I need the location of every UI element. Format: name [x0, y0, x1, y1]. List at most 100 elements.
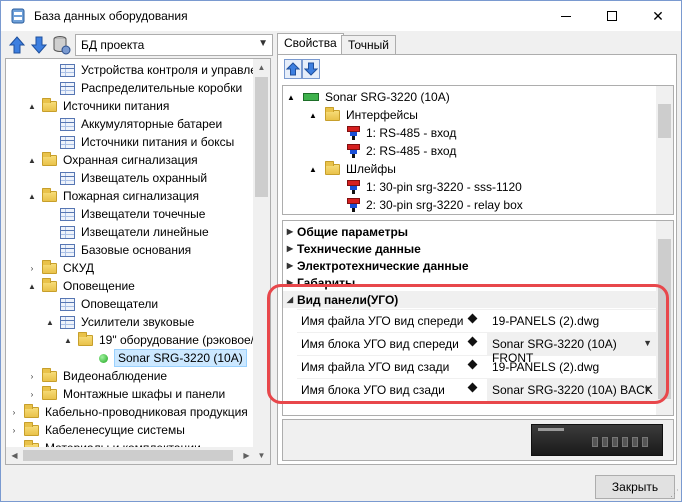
rack-slot [602, 437, 608, 447]
tree-item-label: Усилители звуковые [81, 315, 195, 329]
scroll-up-icon[interactable]: ▲ [253, 59, 270, 76]
chevron-down-icon: ▼ [258, 38, 268, 49]
tree-item[interactable]: Устройства контроля и управлен [44, 61, 264, 79]
scroll-thumb[interactable] [255, 77, 268, 197]
expander-icon[interactable]: ▲ [285, 93, 297, 102]
tree-item[interactable]: ▲ Источники питания [26, 97, 169, 115]
move-up-button[interactable] [284, 59, 302, 79]
scroll-left-icon[interactable]: ◀ [6, 447, 23, 464]
tree-item[interactable]: Извещатели точечные [44, 205, 205, 223]
grid-icon [60, 135, 75, 149]
expander-icon[interactable]: › [8, 426, 20, 435]
resize-grip-icon[interactable]: ⋰ [670, 488, 679, 499]
folder-icon [42, 385, 57, 400]
property-category[interactable]: ▶ Электротехнические данные [283, 257, 658, 274]
rack-slot [612, 437, 618, 447]
rack-slot [592, 437, 598, 447]
panel-view-highlight [267, 284, 669, 404]
tree-item[interactable]: Оповещатели [44, 295, 158, 313]
tree-item[interactable]: ▲ Охранная сигнализация [26, 151, 198, 169]
expander-icon[interactable]: ▲ [26, 156, 38, 165]
expander-icon[interactable]: ▲ [307, 165, 319, 174]
grid-icon [60, 207, 75, 221]
tree-item[interactable]: Аккумуляторные батареи [44, 115, 222, 133]
tree-item[interactable]: Sonar SRG-3220 (10A) [80, 349, 247, 367]
equipment-tree-item[interactable]: ▲ Шлейфы [307, 160, 396, 178]
equipment-tree-item[interactable]: 2: RS-485 - вход [329, 142, 456, 160]
expander-icon[interactable]: › [26, 372, 38, 381]
tree-item[interactable]: ▲ Пожарная сигнализация [26, 187, 199, 205]
close-icon: ✕ [652, 7, 664, 24]
expander-icon[interactable]: ▲ [44, 318, 56, 327]
category-expander-icon[interactable]: ▶ [283, 227, 297, 236]
maximize-button[interactable] [589, 1, 635, 31]
property-category[interactable]: ▶ Общие параметры [283, 223, 658, 240]
tab-properties[interactable]: Свойства [277, 33, 344, 55]
expander-icon[interactable]: ▲ [26, 192, 38, 201]
expander-icon[interactable]: ▲ [26, 102, 38, 111]
equipment-tree-label: Шлейфы [346, 162, 396, 176]
tree-item[interactable]: Источники питания и боксы [44, 133, 234, 151]
database-settings-icon[interactable] [51, 35, 71, 55]
port-icon [347, 180, 360, 194]
equipment-tree-item[interactable]: 2: 30-pin srg-3220 - relay box [329, 196, 523, 214]
equipment-tree-item[interactable]: 1: RS-485 - вход [329, 124, 456, 142]
equipment-tree-item[interactable]: 1: 30-pin srg-3220 - sss-1120 [329, 178, 522, 196]
tree-item-label: Извещатель охранный [81, 171, 208, 185]
tree-horizontal-scrollbar[interactable]: ◀ ▶ [6, 447, 255, 464]
tree-item[interactable]: ▲ Усилители звуковые [44, 313, 194, 331]
equipment-tree-label: 2: RS-485 - вход [366, 144, 457, 158]
expander-icon[interactable]: ▲ [26, 282, 38, 291]
expander-icon[interactable]: ▲ [307, 111, 319, 120]
tree-item-label: Кабельно-проводниковая продукция [45, 405, 248, 419]
folder-icon [325, 160, 340, 175]
database-select-value: БД проекта [81, 38, 145, 52]
category-expander-icon[interactable]: ▶ [283, 261, 297, 270]
tree-item-label: Оповещение [63, 279, 135, 293]
tree-item-label: Монтажные шкафы и панели [63, 387, 226, 401]
expander-icon[interactable]: › [8, 408, 20, 417]
expander-icon[interactable]: › [26, 264, 38, 273]
equipment-category-tree[interactable]: ›Материалы и комплектации›Кабеленесущие … [5, 58, 271, 465]
tree-item-label: Извещатели линейные [81, 225, 209, 239]
scroll-down-icon[interactable]: ▼ [253, 447, 270, 464]
scroll-thumb[interactable] [23, 450, 233, 461]
green-dot-icon [99, 353, 108, 363]
equipment-tree-scrollbar[interactable] [656, 86, 673, 214]
property-category[interactable]: ▶ Технические данные [283, 240, 658, 257]
database-select[interactable]: БД проекта ▼ [75, 34, 273, 56]
grid-icon [60, 117, 75, 131]
equipment-tree-label: Интерфейсы [346, 108, 418, 122]
bottom-bar: Закрыть ⋰ [1, 467, 681, 501]
tree-item[interactable]: › Кабеленесущие системы [8, 421, 185, 439]
tree-item[interactable]: › Видеонаблюдение [26, 367, 167, 385]
tree-item-label: Извещатели точечные [81, 207, 206, 221]
category-expander-icon[interactable]: ▶ [283, 244, 297, 253]
tree-item[interactable]: › Монтажные шкафы и панели [26, 385, 225, 403]
move-down-button[interactable] [302, 59, 320, 79]
scroll-right-icon[interactable]: ▶ [238, 447, 255, 464]
scroll-thumb[interactable] [658, 104, 671, 138]
tree-item[interactable]: ▲ Оповещение [26, 277, 135, 295]
expander-icon[interactable]: › [26, 390, 38, 399]
close-window-button[interactable]: ✕ [635, 1, 681, 31]
tree-item[interactable]: Извещатели линейные [44, 223, 209, 241]
close-button[interactable]: Закрыть [595, 475, 675, 499]
expander-icon[interactable]: ▲ [62, 336, 74, 345]
tree-item[interactable]: Извещатель охранный [44, 169, 207, 187]
rack-slot [642, 437, 648, 447]
tree-item[interactable]: ▲ 19" оборудование (рэковое/с [62, 331, 260, 349]
equipment-tree-item[interactable]: ▲ Интерфейсы [307, 106, 418, 124]
equipment-structure-tree[interactable]: 2: 30-pin srg-3220 - relay box 1: 30-pin … [282, 85, 674, 215]
arrow-up-icon[interactable] [7, 35, 27, 55]
tree-item[interactable]: Базовые основания [44, 241, 191, 259]
minimize-button[interactable] [543, 1, 589, 31]
tree-vertical-scrollbar[interactable]: ▲ ▼ [253, 59, 270, 464]
equipment-tree-item[interactable]: ▲ Sonar SRG-3220 (10A) [285, 88, 450, 106]
tab-exact-view[interactable]: Точный вид [341, 35, 397, 66]
arrow-down-icon[interactable] [29, 35, 49, 55]
tree-item[interactable]: › СКУД [26, 259, 94, 277]
tree-item[interactable]: Распределительные коробки [44, 79, 242, 97]
tree-item[interactable]: › Кабельно-проводниковая продукция [8, 403, 248, 421]
folder-icon [42, 277, 57, 292]
